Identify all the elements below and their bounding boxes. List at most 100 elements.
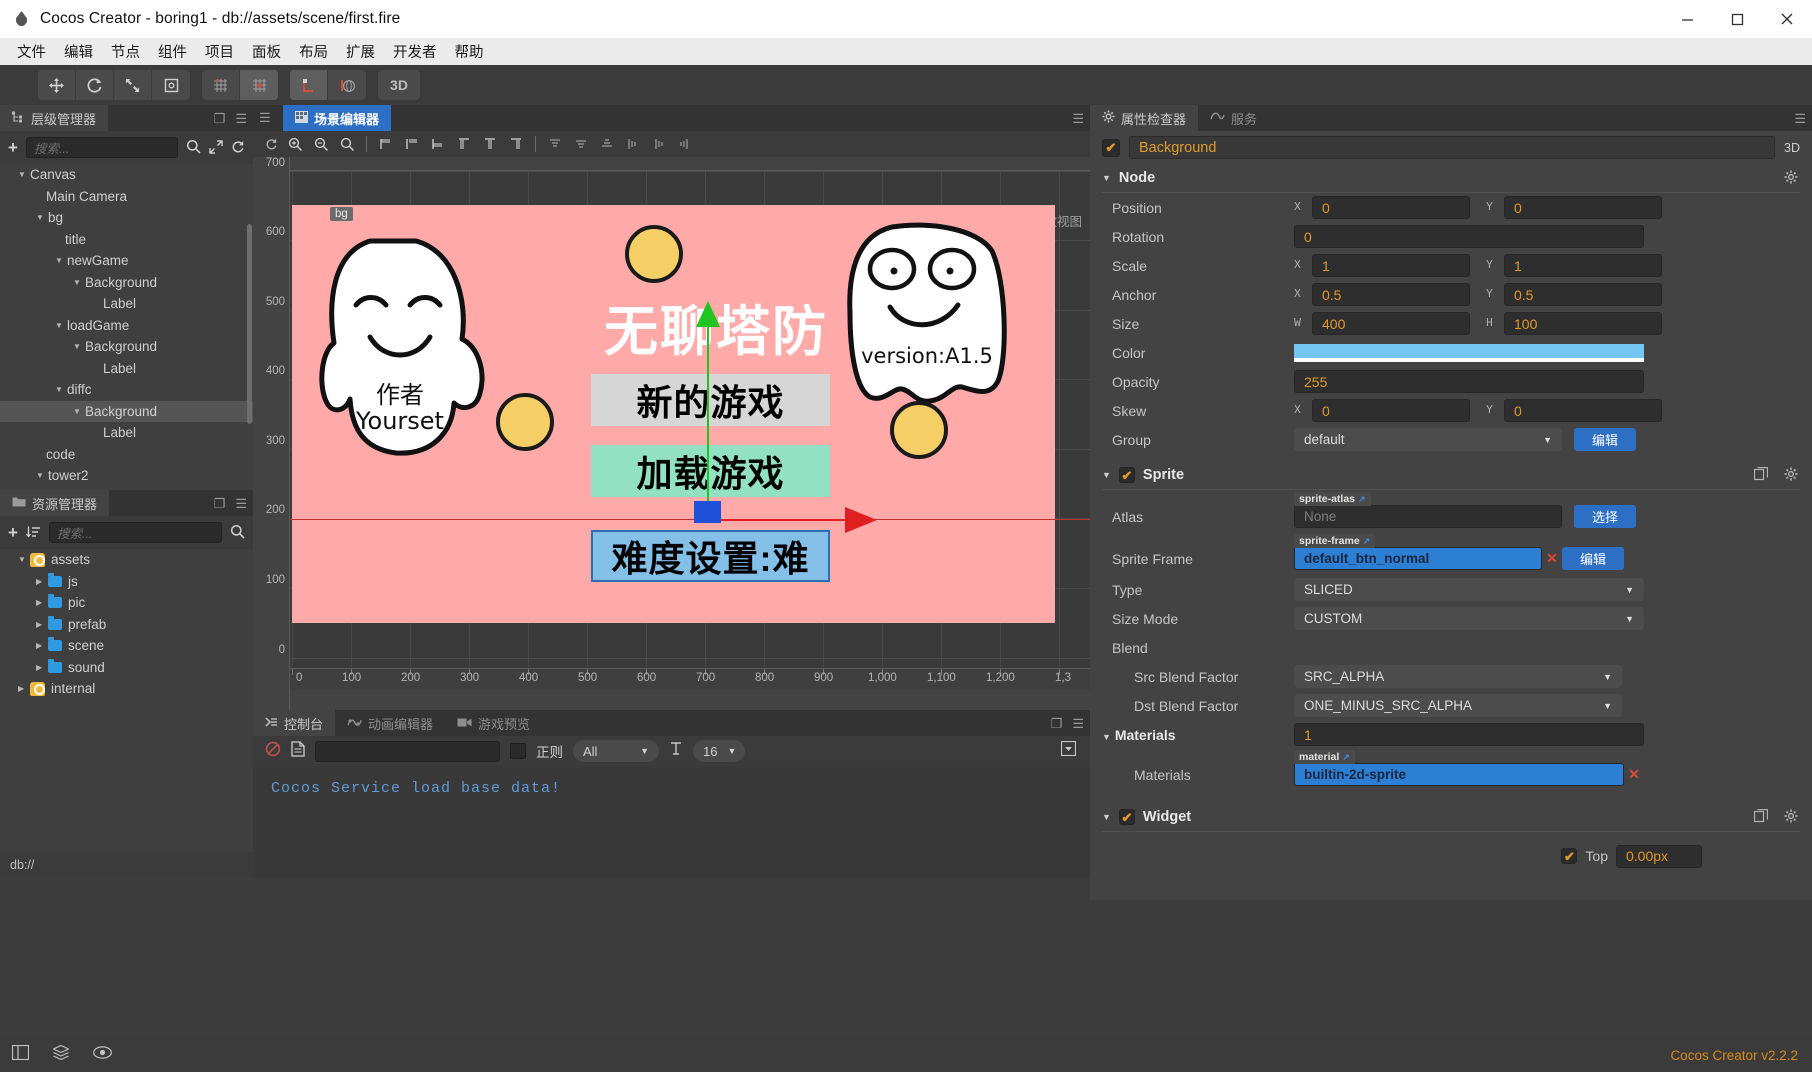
material-field[interactable]: material ↗ builtin-2d-sprite — [1294, 763, 1624, 786]
menu-layout[interactable]: 布局 — [290, 38, 337, 65]
hamburger-icon[interactable]: ☰ — [235, 497, 247, 510]
material-input[interactable]: builtin-2d-sprite — [1294, 763, 1624, 786]
hierarchy-scrollbar[interactable] — [247, 224, 252, 424]
hamburger-icon[interactable]: ☰ — [1072, 717, 1084, 730]
distribute-h-center-icon[interactable] — [647, 133, 671, 155]
tab-game-preview[interactable]: 游戏预览 — [445, 710, 542, 736]
materials-section-title-wrap[interactable]: ▼ Materials — [1102, 727, 1294, 743]
file-icon[interactable] — [291, 741, 305, 762]
external-link-icon[interactable]: ↗ — [1342, 752, 1350, 763]
widget-top-input[interactable]: 0.00px — [1616, 845, 1702, 868]
group-select[interactable]: default ▼ — [1294, 428, 1562, 451]
node-tower2[interactable]: ▼tower2 — [0, 465, 253, 487]
tab-animation-editor[interactable]: 动画编辑器 — [335, 710, 445, 736]
zoom-in-icon[interactable] — [283, 133, 307, 155]
close-icon[interactable] — [1762, 0, 1812, 38]
chevron-down-icon[interactable]: ▼ — [18, 170, 30, 179]
scale-x-input[interactable]: 1 — [1312, 254, 1470, 277]
zoom-fit-icon[interactable] — [335, 133, 359, 155]
src-blend-select[interactable]: SRC_ALPHA ▼ — [1294, 665, 1622, 688]
node-bg[interactable]: ▼bg — [0, 207, 253, 229]
sprite-frame-edit-button[interactable]: 编辑 — [1562, 547, 1624, 570]
position-y-input[interactable]: 0 — [1504, 196, 1662, 219]
size-mode-select[interactable]: CUSTOM ▼ — [1294, 607, 1644, 630]
panel-icon[interactable] — [12, 1045, 29, 1065]
sprite-frame-input[interactable]: default_btn_normal — [1294, 547, 1542, 570]
align-left-icon[interactable] — [374, 133, 398, 155]
gear-icon[interactable] — [1784, 467, 1798, 484]
minimize-icon[interactable] — [1662, 0, 1712, 38]
distribute-v-top-icon[interactable] — [543, 133, 567, 155]
zoom-out-icon[interactable] — [309, 133, 333, 155]
menu-edit[interactable]: 编辑 — [55, 38, 102, 65]
node-newgame[interactable]: ▼newGame — [0, 250, 253, 272]
gizmo-center-handle[interactable] — [694, 501, 721, 523]
chevron-down-icon[interactable]: ▼ — [1102, 732, 1111, 742]
node-background-2[interactable]: ▼Background — [0, 336, 253, 358]
position-x-input[interactable]: 0 — [1312, 196, 1470, 219]
sort-icon[interactable] — [26, 525, 41, 541]
console-filter-input[interactable] — [315, 741, 500, 762]
chevron-down-icon[interactable]: ▼ — [73, 407, 85, 416]
widget-top-checkbox[interactable] — [1561, 848, 1577, 864]
menu-component[interactable]: 组件 — [149, 38, 196, 65]
chevron-right-icon[interactable]: ▶ — [36, 577, 48, 586]
chevron-down-icon[interactable]: ▼ — [36, 471, 48, 480]
opacity-input[interactable]: 255 — [1294, 370, 1644, 393]
hierarchy-search-input[interactable]: 搜索... — [26, 137, 178, 158]
sync-icon[interactable] — [261, 133, 281, 155]
tab-assets[interactable]: 资源管理器 — [0, 490, 109, 516]
regex-checkbox[interactable] — [510, 743, 526, 759]
chevron-right-icon[interactable]: ▶ — [36, 598, 48, 607]
dock-icon[interactable]: ❐ — [214, 112, 226, 125]
node-enabled-checkbox[interactable] — [1102, 139, 1120, 157]
anchor-y-input[interactable]: 0.5 — [1504, 283, 1662, 306]
color-swatch[interactable] — [1294, 344, 1644, 362]
distribute-v-center-icon[interactable] — [569, 133, 593, 155]
chevron-right-icon[interactable]: ▶ — [36, 641, 48, 650]
chevron-down-icon[interactable]: ▼ — [1102, 173, 1111, 183]
node-section-header[interactable]: ▼ Node — [1090, 164, 1812, 192]
asset-pic[interactable]: ▶ pic — [0, 592, 253, 614]
layers-icon[interactable] — [53, 1045, 69, 1065]
chevron-right-icon[interactable]: ▶ — [36, 663, 48, 672]
rotate-icon[interactable] — [76, 70, 114, 100]
node-name-input[interactable]: Background — [1129, 136, 1775, 159]
tab-inspector[interactable]: 属性检查器 — [1090, 105, 1198, 131]
help-icon[interactable] — [1754, 467, 1768, 484]
chevron-down-icon[interactable]: ▼ — [55, 385, 67, 394]
atlas-input[interactable]: None — [1294, 505, 1562, 528]
eye-icon[interactable] — [93, 1046, 112, 1064]
sprite-section-header[interactable]: ▼ Sprite — [1090, 461, 1812, 489]
sprite-frame-field[interactable]: sprite-frame ↗ default_btn_normal — [1294, 547, 1542, 570]
menu-node[interactable]: 节点 — [102, 38, 149, 65]
pivot-global-icon[interactable] — [328, 70, 366, 100]
asset-prefab[interactable]: ▶ prefab — [0, 614, 253, 636]
add-node-button[interactable]: + — [8, 138, 18, 158]
align-top-icon[interactable] — [452, 133, 476, 155]
rect-transform-icon[interactable] — [152, 70, 190, 100]
align-node-icon[interactable] — [202, 70, 240, 100]
gizmo-x-axis[interactable] — [709, 519, 849, 521]
chevron-right-icon[interactable]: ▶ — [36, 620, 48, 629]
game-button-difficulty[interactable]: 难度设置:难 — [591, 530, 830, 582]
size-w-input[interactable]: 400 — [1312, 312, 1470, 335]
hamburger-icon[interactable]: ☰ — [1794, 112, 1806, 125]
chevron-down-icon[interactable]: ▼ — [55, 321, 67, 330]
sprite-enabled-checkbox[interactable] — [1119, 467, 1135, 483]
menu-project[interactable]: 项目 — [196, 38, 243, 65]
asset-sound[interactable]: ▶ sound — [0, 657, 253, 679]
atlas-field[interactable]: sprite-atlas ↗ None — [1294, 505, 1562, 528]
menu-panel[interactable]: 面板 — [243, 38, 290, 65]
distribute-h-left-icon[interactable] — [621, 133, 645, 155]
expand-icon[interactable] — [209, 140, 223, 156]
rotation-input[interactable]: 0 — [1294, 225, 1644, 248]
chevron-down-icon[interactable]: ▼ — [73, 342, 85, 351]
align-right-icon[interactable] — [426, 133, 450, 155]
node-diffc[interactable]: ▼diffc — [0, 379, 253, 401]
collapse-icon[interactable] — [1061, 741, 1076, 761]
node-label-2[interactable]: Label — [0, 358, 253, 380]
scale-y-input[interactable]: 1 — [1504, 254, 1662, 277]
assets-search-input[interactable]: 搜索... — [49, 522, 222, 543]
search-icon[interactable] — [230, 524, 245, 541]
